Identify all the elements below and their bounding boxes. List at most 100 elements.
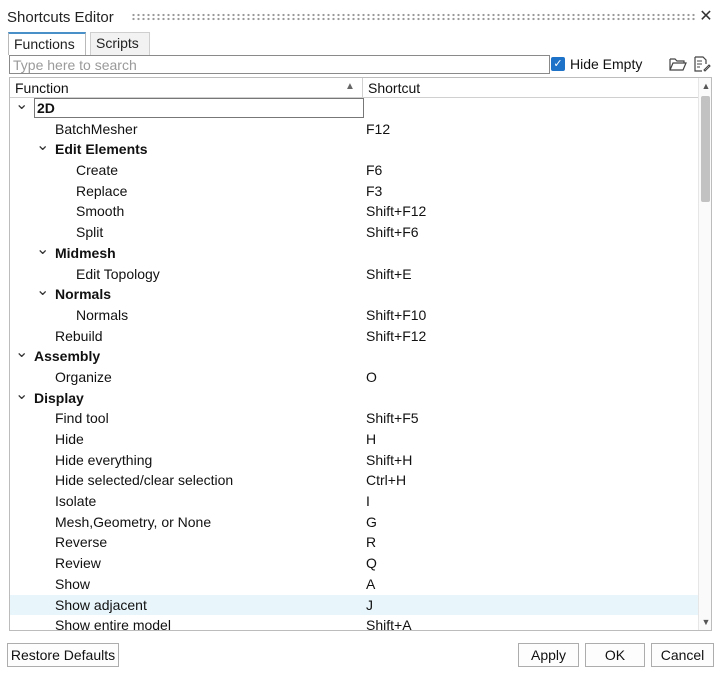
- function-label: Review: [55, 555, 101, 572]
- function-label: Show adjacent: [55, 596, 147, 613]
- vertical-scrollbar[interactable]: ▲ ▼: [698, 78, 711, 630]
- tree-row[interactable]: Review Q: [10, 553, 698, 574]
- tree-row[interactable]: Hide selected/clear selection Ctrl+H: [10, 470, 698, 491]
- shortcut-value: Shift+F5: [366, 410, 419, 427]
- tree-group-row[interactable]: ⌄ 2D: [10, 97, 698, 119]
- tree-header: Function ▲ Shortcut: [10, 78, 698, 98]
- shortcut-value: F12: [366, 120, 391, 137]
- function-label: Display: [34, 389, 84, 406]
- shortcut-value: I: [366, 493, 370, 510]
- chevron-down-icon[interactable]: ⌄: [36, 283, 49, 299]
- title-bar: Shortcuts Editor ✕: [0, 0, 720, 34]
- function-label: Mesh,Geometry, or None: [55, 513, 212, 530]
- tree-row[interactable]: Edit Topology Shift+E: [10, 264, 698, 285]
- tree-row[interactable]: Hide everything Shift+H: [10, 450, 698, 471]
- tree-row[interactable]: BatchMesher F12: [10, 119, 698, 140]
- tree-row[interactable]: Reverse R: [10, 532, 698, 553]
- hide-empty-checkbox[interactable]: ✓: [551, 57, 565, 71]
- chevron-down-icon[interactable]: ⌄: [36, 241, 49, 257]
- column-header-function[interactable]: Function: [10, 78, 363, 98]
- sort-up-icon: ▲: [345, 81, 355, 92]
- function-label: Midmesh: [55, 244, 116, 261]
- shortcuts-tree[interactable]: Function ▲ Shortcut ⌄ 2D BatchMesher F12 ⌄ Ed…: [9, 77, 712, 631]
- function-label: Normals: [76, 306, 129, 323]
- window-title: Shortcuts Editor: [7, 9, 114, 26]
- shortcut-value: Shift+F6: [366, 224, 419, 241]
- tab-functions[interactable]: Functions: [8, 32, 86, 55]
- shortcut-value: O: [366, 368, 377, 385]
- function-label: Smooth: [76, 203, 125, 220]
- shortcut-value: R: [366, 534, 377, 551]
- scrollbar-thumb[interactable]: [701, 96, 710, 202]
- shortcut-value: F6: [366, 162, 383, 179]
- shortcut-value: G: [366, 513, 377, 530]
- function-label: Create: [76, 162, 119, 179]
- shortcut-value: J: [366, 596, 373, 613]
- chevron-down-icon[interactable]: ⌄: [36, 138, 49, 154]
- tree-row[interactable]: Normals Shift+F10: [10, 305, 698, 326]
- tree-row[interactable]: Mesh,Geometry, or None G: [10, 512, 698, 533]
- tree-group-row[interactable]: ⌄ Normals: [10, 283, 698, 305]
- function-label: Find tool: [55, 410, 109, 427]
- tree-row[interactable]: Show entire model Shift+A: [10, 615, 698, 631]
- open-folder-icon[interactable]: [669, 56, 687, 72]
- tree-group-row[interactable]: ⌄ Assembly: [10, 345, 698, 367]
- tree-group-row[interactable]: ⌄ Display: [10, 386, 698, 409]
- tree-row[interactable]: Rebuild Shift+F12: [10, 326, 698, 347]
- shortcut-value: Shift+H: [366, 451, 413, 468]
- shortcut-value: Ctrl+H: [366, 472, 407, 489]
- tree-group-row[interactable]: ⌄ Edit Elements: [10, 138, 698, 160]
- function-label: 2D: [34, 98, 364, 118]
- tab-scripts[interactable]: Scripts: [90, 32, 150, 55]
- shortcut-value: Shift+F12: [366, 203, 427, 220]
- shortcut-value: H: [366, 431, 377, 447]
- cancel-button[interactable]: Cancel: [651, 643, 714, 667]
- tree-row[interactable]: Split Shift+F6: [10, 222, 698, 243]
- shortcut-value: Shift+A: [366, 617, 412, 631]
- tree-row[interactable]: Isolate I: [10, 491, 698, 512]
- function-label: Edit Elements: [55, 141, 148, 158]
- shortcut-value: Shift+F10: [366, 306, 427, 323]
- function-label: Isolate: [55, 493, 97, 510]
- column-header-shortcut[interactable]: Shortcut: [364, 78, 424, 98]
- ok-button[interactable]: OK: [585, 643, 645, 667]
- tree-row[interactable]: Smooth Shift+F12: [10, 201, 698, 222]
- hide-empty-toggle[interactable]: ✓ Hide Empty: [550, 56, 650, 74]
- tree-row[interactable]: Find tool Shift+F5: [10, 408, 698, 429]
- shortcut-value: Shift+E: [366, 265, 412, 282]
- function-label: Replace: [76, 182, 128, 199]
- chevron-down-icon[interactable]: ⌄: [15, 345, 28, 361]
- function-label: Split: [76, 224, 104, 241]
- tree-group-row[interactable]: ⌄ Midmesh: [10, 241, 698, 264]
- function-label: Show entire model: [55, 617, 171, 631]
- tree-row[interactable]: Create F6: [10, 160, 698, 181]
- function-label: Organize: [55, 368, 112, 385]
- close-icon[interactable]: ✕: [698, 8, 714, 26]
- function-label: Assembly: [34, 348, 101, 365]
- function-label: Normals: [55, 286, 112, 303]
- chevron-down-icon[interactable]: ⌄: [15, 386, 28, 402]
- restore-defaults-button[interactable]: Restore Defaults: [7, 643, 119, 667]
- tree-row[interactable]: Show adjacent J: [10, 594, 698, 616]
- chevron-down-icon[interactable]: ⌄: [15, 97, 28, 113]
- apply-button[interactable]: Apply: [518, 643, 579, 667]
- drag-handle[interactable]: [131, 13, 697, 21]
- function-label: Rebuild: [55, 327, 103, 344]
- function-label: Show: [55, 575, 91, 592]
- scroll-down-icon[interactable]: ▼: [701, 616, 711, 628]
- edit-file-icon[interactable]: [693, 56, 711, 72]
- hide-empty-label: Hide Empty: [570, 56, 643, 72]
- shortcut-value: Shift+F12: [366, 327, 427, 344]
- tree-row[interactable]: Show A: [10, 574, 698, 595]
- shortcut-value: A: [366, 575, 376, 592]
- scroll-up-icon[interactable]: ▲: [701, 80, 711, 92]
- search-input[interactable]: [9, 55, 550, 74]
- tree-row[interactable]: Replace F3: [10, 181, 698, 202]
- tree-row[interactable]: Organize O: [10, 367, 698, 388]
- function-label: Hide everything: [55, 451, 153, 468]
- function-label: BatchMesher: [55, 120, 138, 137]
- function-label: Reverse: [55, 534, 108, 551]
- tree-row[interactable]: Hide H: [10, 429, 698, 450]
- function-label: Edit Topology: [76, 265, 160, 282]
- shortcut-value: Q: [366, 555, 377, 572]
